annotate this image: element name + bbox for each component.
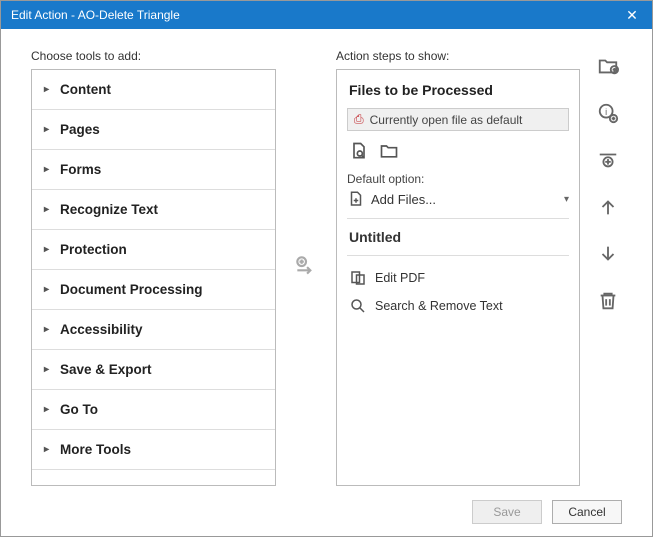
folder-button[interactable]	[379, 141, 399, 164]
tool-category-accessibility[interactable]: ▸ Accessibility	[32, 310, 275, 350]
tool-category-label: Go To	[60, 402, 98, 417]
step-edit-pdf[interactable]: Edit PDF	[347, 264, 569, 292]
tool-category-label: Accessibility	[60, 322, 143, 337]
chevron-down-icon: ▾	[564, 194, 569, 205]
move-down-button[interactable]	[597, 243, 619, 268]
svg-text:i: i	[605, 107, 607, 117]
tool-category-forms[interactable]: ▸ Forms	[32, 150, 275, 190]
tools-list: ▸ Content ▸ Pages ▸ Forms ▸ Recognize Te…	[31, 69, 276, 486]
add-files-dropdown[interactable]: Add Files... ▾	[347, 188, 569, 219]
info-plus-icon: i	[597, 102, 619, 124]
add-files-label: Add Files...	[371, 192, 436, 207]
tool-category-label: Save & Export	[60, 362, 152, 377]
action-steps-label: Action steps to show:	[336, 49, 580, 63]
tool-category-protection[interactable]: ▸ Protection	[32, 230, 275, 270]
edit-pdf-icon	[349, 269, 367, 287]
divider-plus-icon	[597, 149, 619, 171]
close-icon: ✕	[626, 7, 638, 24]
dialog-footer: Save Cancel	[31, 486, 622, 524]
chevron-right-icon: ▸	[44, 284, 54, 295]
chevron-right-icon: ▸	[44, 244, 54, 255]
add-instruction-button[interactable]: i	[597, 102, 619, 127]
add-folder-button[interactable]	[597, 55, 619, 80]
tool-category-label: Recognize Text	[60, 202, 158, 217]
file-search-button[interactable]	[349, 141, 369, 164]
window-title: Edit Action - AO-Delete Triangle	[11, 8, 612, 22]
step-search-remove-text[interactable]: Search & Remove Text	[347, 292, 569, 320]
save-button-label: Save	[493, 505, 520, 519]
search-remove-icon	[349, 297, 367, 315]
trash-icon	[597, 290, 619, 312]
chevron-right-icon: ▸	[44, 324, 54, 335]
tool-category-pages[interactable]: ▸ Pages	[32, 110, 275, 150]
tool-category-label: Protection	[60, 242, 127, 257]
cancel-button-label: Cancel	[568, 505, 605, 519]
step-label: Edit PDF	[375, 271, 425, 285]
tool-category-label: More Tools	[60, 442, 131, 457]
tool-category-content[interactable]: ▸ Content	[32, 70, 275, 110]
dialog-content: Choose tools to add: ▸ Content ▸ Pages ▸…	[1, 29, 652, 536]
files-to-be-processed-header: Files to be Processed	[347, 78, 569, 108]
tool-category-recognize-text[interactable]: ▸ Recognize Text	[32, 190, 275, 230]
window-close-button[interactable]: ✕	[612, 1, 652, 29]
tool-category-label: Forms	[60, 162, 101, 177]
step-label: Search & Remove Text	[375, 299, 503, 313]
move-up-button[interactable]	[597, 196, 619, 221]
tool-category-label: Document Processing	[60, 282, 203, 297]
folder-plus-icon	[597, 55, 619, 77]
file-search-icon	[349, 141, 369, 161]
tool-category-go-to[interactable]: ▸ Go To	[32, 390, 275, 430]
folder-icon	[379, 141, 399, 161]
add-divider-button[interactable]	[597, 149, 619, 174]
arrow-add-icon	[293, 253, 319, 279]
chevron-right-icon: ▸	[44, 204, 54, 215]
add-to-steps-button[interactable]	[293, 253, 319, 282]
arrow-down-icon	[597, 243, 619, 265]
default-option-label: Default option:	[347, 172, 569, 186]
chevron-right-icon: ▸	[44, 124, 54, 135]
chevron-right-icon: ▸	[44, 164, 54, 175]
tool-category-label: Content	[60, 82, 111, 97]
action-steps-panel: Files to be Processed ⎙ Currently open f…	[336, 69, 580, 486]
tool-category-save-export[interactable]: ▸ Save & Export	[32, 350, 275, 390]
tool-category-document-processing[interactable]: ▸ Document Processing	[32, 270, 275, 310]
arrow-up-icon	[597, 196, 619, 218]
tool-category-more-tools[interactable]: ▸ More Tools	[32, 430, 275, 470]
default-file-row[interactable]: ⎙ Currently open file as default	[347, 108, 569, 131]
chevron-right-icon: ▸	[44, 84, 54, 95]
cancel-button[interactable]: Cancel	[552, 500, 622, 524]
pdf-icon: ⎙	[354, 112, 364, 127]
chevron-right-icon: ▸	[44, 364, 54, 375]
tool-category-label: Pages	[60, 122, 100, 137]
chevron-right-icon: ▸	[44, 404, 54, 415]
step-toolbar: i	[594, 49, 622, 486]
chevron-right-icon: ▸	[44, 444, 54, 455]
add-file-icon	[347, 190, 365, 208]
save-button[interactable]: Save	[472, 500, 542, 524]
default-file-label: Currently open file as default	[370, 113, 523, 127]
delete-button[interactable]	[597, 290, 619, 315]
untitled-group-header: Untitled	[347, 219, 569, 256]
choose-tools-label: Choose tools to add:	[31, 49, 276, 63]
title-bar: Edit Action - AO-Delete Triangle ✕	[1, 1, 652, 29]
